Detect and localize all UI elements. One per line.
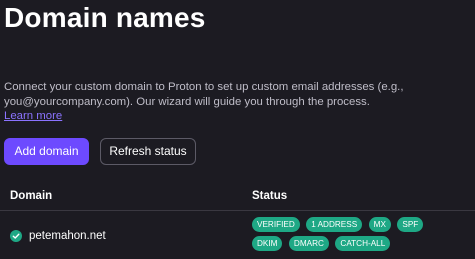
table-row[interactable]: petemahon.net VERIFIED 1 ADDRESS MX SPF …: [0, 211, 475, 259]
add-domain-button[interactable]: Add domain: [4, 138, 89, 165]
status-badges: VERIFIED 1 ADDRESS MX SPF DKIM DMARC CAT…: [252, 217, 462, 255]
page-description: Connect your custom domain to Proton to …: [4, 80, 472, 124]
column-header-status: Status: [252, 190, 288, 202]
refresh-status-button[interactable]: Refresh status: [100, 138, 196, 165]
status-badge-dkim: DKIM: [252, 236, 283, 251]
check-circle-icon: [10, 230, 22, 242]
status-badge-mx: MX: [368, 217, 391, 232]
description-line-1: Connect your custom domain to Proton to …: [4, 81, 404, 93]
status-badge-verified: VERIFIED: [252, 217, 300, 232]
status-badge-addresses: 1 ADDRESS: [306, 217, 363, 232]
column-header-domain: Domain: [10, 190, 53, 202]
page-title: Domain names: [4, 2, 206, 33]
status-badge-catch-all: CATCH-ALL: [335, 236, 391, 251]
domain-names-page: Domain names Connect your custom domain …: [0, 0, 475, 259]
domain-name: petemahon.net: [29, 230, 106, 242]
learn-more-link[interactable]: Learn more: [4, 109, 62, 124]
description-line-2: you@yourcompany.com). Our wizard will gu…: [4, 95, 370, 108]
status-badge-dmarc: DMARC: [288, 236, 329, 251]
status-badge-spf: SPF: [397, 217, 424, 232]
